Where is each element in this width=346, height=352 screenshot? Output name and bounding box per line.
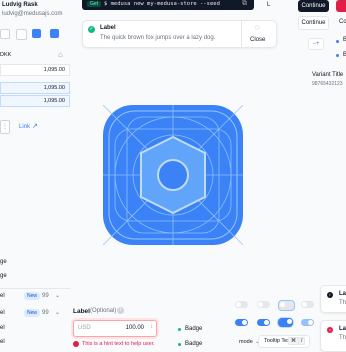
list-item: el — [0, 325, 5, 331]
toggle-on[interactable] — [257, 319, 270, 326]
kbd-key: / — [298, 337, 306, 345]
toast-close-button[interactable]: Close — [250, 37, 265, 43]
toggle[interactable] — [301, 301, 314, 308]
new-badge: New — [24, 292, 41, 300]
toggle-focused[interactable] — [278, 300, 295, 311]
toast: ✓ Label The quick brown fox jumps over a… — [82, 20, 277, 48]
list-item[interactable]: el — [0, 293, 5, 299]
alert-title: La — [339, 291, 346, 297]
alert-body: Th — [339, 335, 346, 341]
continue-button-secondary[interactable]: Continue — [298, 16, 329, 30]
bank-icon: ⌂ — [58, 50, 63, 59]
app-icon — [102, 104, 244, 246]
price-value: 100.00 — [125, 325, 144, 331]
toggle[interactable] — [257, 301, 270, 308]
checkbox[interactable] — [0, 29, 10, 39]
spinner-icon: ◌ — [255, 23, 260, 32]
drag-handle[interactable]: ⋮ — [0, 120, 10, 134]
error-icon — [73, 341, 79, 347]
terminal-command: $ medusa new my-medusa-store --seed — [104, 1, 220, 7]
error-icon: × — [327, 327, 333, 333]
status-badge: Badge — [185, 326, 203, 332]
kbd-key: L — [267, 2, 271, 8]
toggle[interactable] — [235, 301, 248, 308]
checkbox-checked[interactable] — [50, 29, 59, 38]
continue-button[interactable]: Continue — [298, 0, 329, 12]
price-table: 1,095.00 1,095.00 1,095.00 — [0, 64, 70, 116]
checkbox-checked[interactable] — [32, 29, 41, 38]
toggle-on-focused[interactable] — [278, 318, 293, 327]
info-icon: i — [327, 292, 333, 298]
terminal-tag: Get — [87, 1, 102, 7]
external-link-icon[interactable]: ↗ — [32, 122, 38, 130]
alert-card: × La Th — [320, 320, 346, 352]
price-cell[interactable]: 1,095.00 — [0, 64, 70, 76]
price-cell[interactable]: 1,095.00 — [0, 82, 70, 94]
danger-button[interactable] — [336, 0, 346, 12]
new-badge: New — [24, 309, 41, 317]
status-badge: Badge — [185, 341, 203, 347]
success-icon: ✓ — [88, 26, 95, 33]
stepper-button[interactable]: −+ — [308, 38, 324, 50]
list-item: el — [0, 339, 5, 345]
price-cell[interactable]: 1,095.00 — [0, 95, 70, 107]
radio-dot[interactable] — [336, 40, 339, 43]
radio-dot[interactable] — [336, 54, 339, 57]
field-hint: This is a hint text to help user. — [82, 341, 155, 347]
status-dot — [178, 328, 181, 331]
field-optional: (Optional) — [90, 308, 117, 314]
field-label: Label — [73, 308, 90, 315]
link[interactable]: Link — [19, 124, 30, 130]
user-email: ludvig@medusajs.com — [2, 11, 63, 17]
list-label: ge — [0, 259, 7, 265]
alert-body: Th — [339, 300, 346, 306]
toast-message: The quick brown fox jumps over a lazy do… — [100, 35, 216, 41]
mode-select[interactable]: mode — [239, 339, 253, 345]
currency-prefix: USD — [78, 325, 91, 331]
list-label: ge — [0, 273, 7, 279]
count: 99 — [42, 310, 49, 316]
checkbox[interactable] — [16, 29, 27, 40]
currency-code: DKK — [0, 52, 12, 58]
alert-card: i La Th — [320, 285, 346, 313]
variant-code: 98765432123 — [312, 81, 343, 87]
list-item[interactable]: el — [0, 310, 5, 316]
alert-title: La — [339, 326, 346, 332]
price-input[interactable]: USD 100.00 ↕ — [73, 320, 157, 337]
stepper-icon[interactable]: ↕ — [150, 324, 153, 330]
copy-icon[interactable]: ⧉ — [242, 0, 247, 8]
info-icon: i — [117, 307, 124, 314]
toast-title: Label — [100, 25, 116, 31]
terminal: Get $ medusa new my-medusa-store --seed … — [82, 0, 254, 10]
toggle-on[interactable] — [235, 319, 248, 326]
variant-title: Variant Title — [312, 72, 344, 78]
user-name: Ludvig Rask — [2, 2, 38, 8]
chevron-down-icon[interactable]: ⌄ — [55, 309, 60, 316]
count: 99 — [42, 293, 49, 299]
continue-button-tertiary[interactable]: Co — [339, 19, 346, 25]
chevron-down-icon[interactable]: ⌄ — [55, 292, 60, 299]
toggle-disabled[interactable] — [301, 319, 314, 326]
